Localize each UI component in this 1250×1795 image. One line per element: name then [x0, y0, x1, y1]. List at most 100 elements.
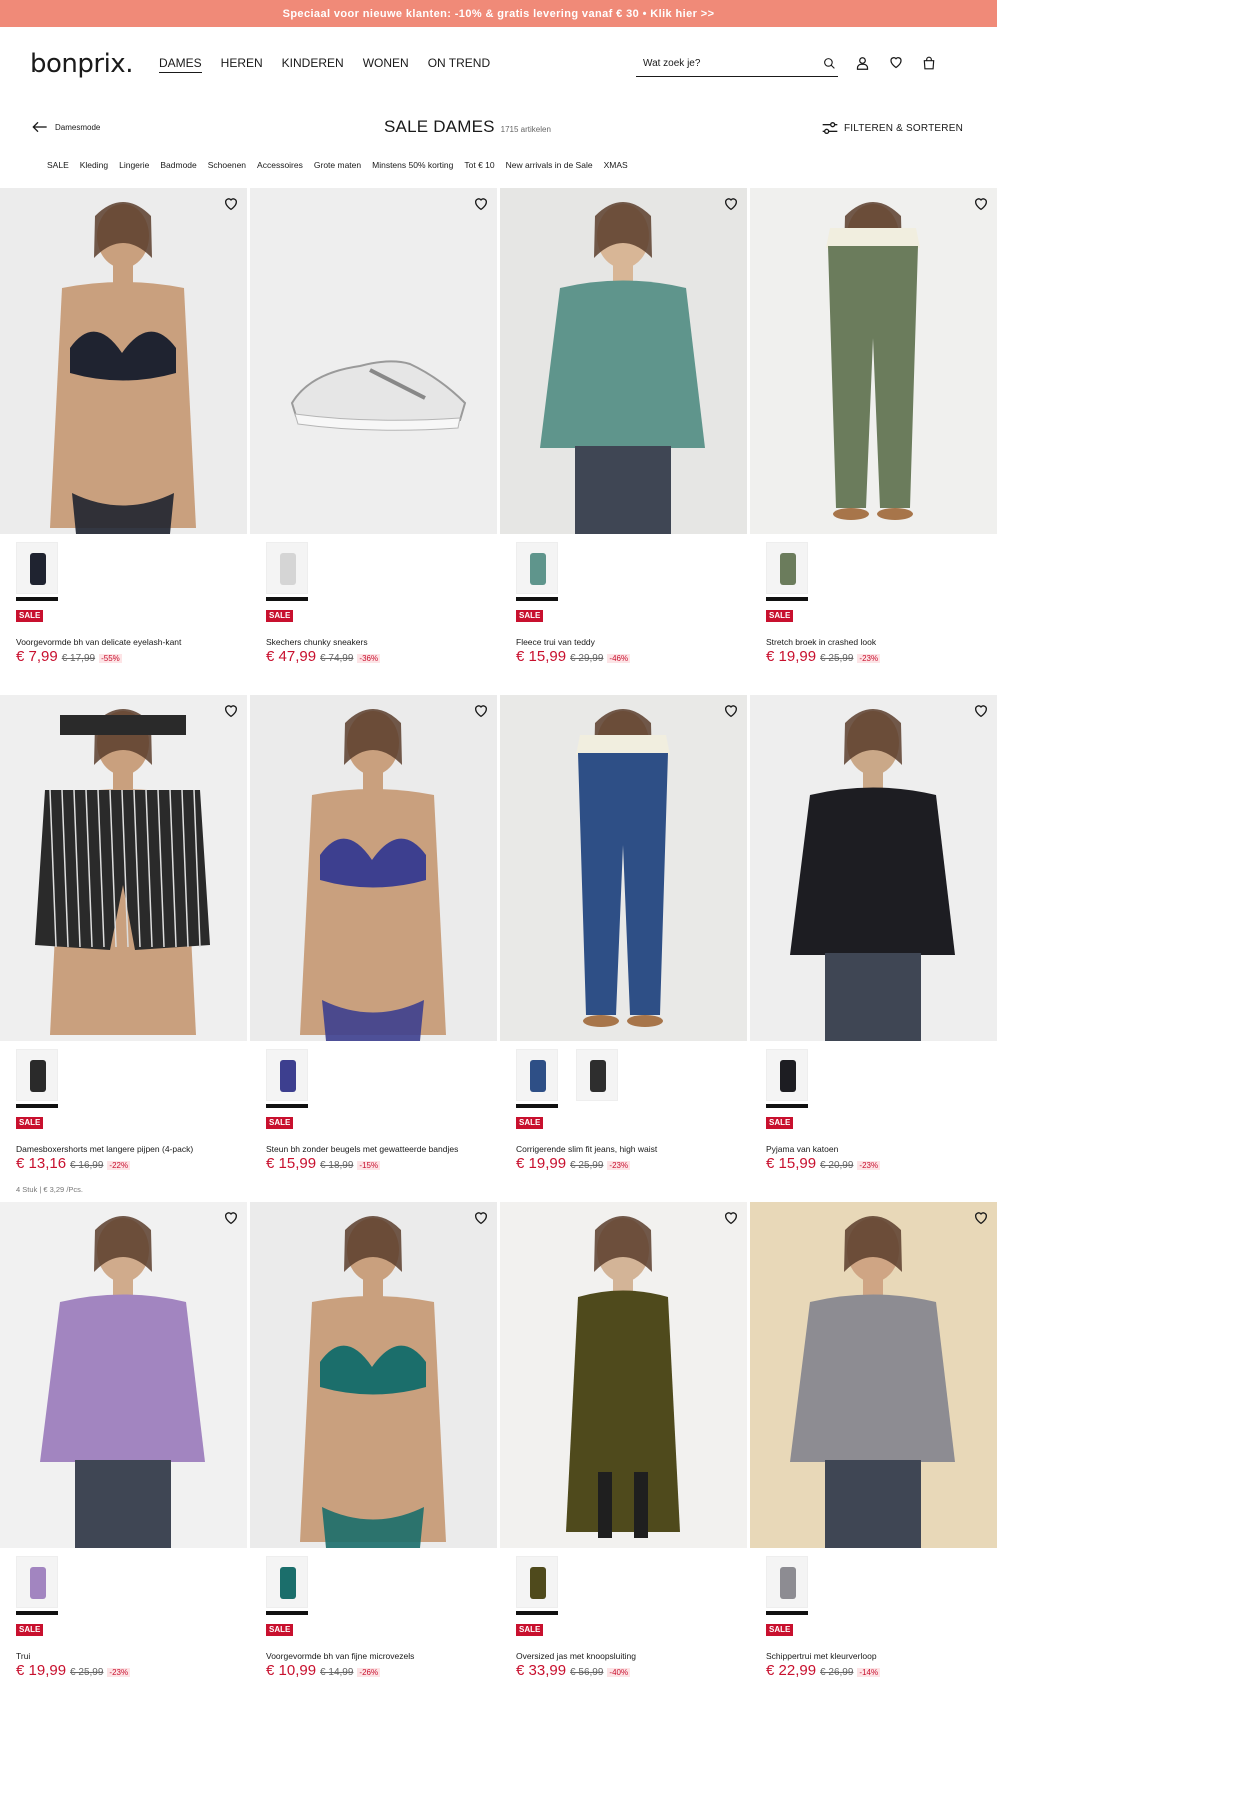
wishlist-heart-icon[interactable]	[973, 1210, 989, 1226]
swatch-row	[766, 1556, 808, 1608]
subnav-new-arrivals[interactable]: New arrivals in de Sale	[506, 160, 593, 170]
product-card[interactable]: SALE Damesboxershorts met langere pijpen…	[0, 695, 247, 1202]
discount-badge: -23%	[607, 1161, 631, 1170]
product-image[interactable]	[750, 188, 997, 534]
color-swatch[interactable]	[516, 1556, 558, 1608]
color-swatch[interactable]	[766, 1556, 808, 1608]
color-swatch[interactable]	[266, 1556, 308, 1608]
subnav-tot-10[interactable]: Tot € 10	[464, 160, 494, 170]
subnav-badmode[interactable]: Badmode	[160, 160, 196, 170]
nav-on-trend[interactable]: ON TREND	[428, 56, 490, 73]
color-swatch[interactable]	[16, 1049, 58, 1101]
wishlist-heart-icon[interactable]	[223, 1210, 239, 1226]
search-icon[interactable]	[823, 57, 836, 70]
product-name[interactable]: Schippertrui met kleurverloop	[766, 1651, 991, 1661]
price-row: € 22,99 € 26,99 -14%	[766, 1662, 881, 1679]
subnav-sale[interactable]: SALE	[47, 160, 69, 170]
wishlist-heart-icon[interactable]	[223, 703, 239, 719]
color-swatch[interactable]	[576, 1049, 618, 1101]
subnav-lingerie[interactable]: Lingerie	[119, 160, 149, 170]
product-card[interactable]: SALE Steun bh zonder beugels met gewatte…	[250, 695, 497, 1202]
wishlist-heart-icon[interactable]	[473, 703, 489, 719]
selected-swatch-indicator	[266, 597, 308, 601]
product-name[interactable]: Damesboxershorts met langere pijpen (4-p…	[16, 1144, 241, 1154]
product-name[interactable]: Stretch broek in crashed look	[766, 637, 991, 647]
product-image[interactable]	[750, 1202, 997, 1548]
wishlist-heart-icon[interactable]	[973, 703, 989, 719]
swatch-row	[266, 1556, 308, 1608]
product-card[interactable]: SALE Skechers chunky sneakers € 47,99 € …	[250, 188, 497, 695]
wishlist-heart-icon[interactable]	[473, 196, 489, 212]
product-image[interactable]	[500, 695, 747, 1041]
sale-price: € 47,99	[266, 648, 317, 665]
sale-badge: SALE	[516, 1624, 544, 1636]
product-name[interactable]: Steun bh zonder beugels met gewatteerde …	[266, 1144, 491, 1154]
subnav-accessoires[interactable]: Accessoires	[257, 160, 303, 170]
heart-icon[interactable]	[888, 55, 904, 70]
product-card[interactable]: SALE Schippertrui met kleurverloop € 22,…	[750, 1202, 997, 1709]
product-name[interactable]: Voorgevormde bh van fijne microvezels	[266, 1651, 491, 1661]
back-link[interactable]: Damesmode	[32, 121, 100, 133]
nav-dames[interactable]: DAMES	[158, 56, 202, 73]
color-swatch[interactable]	[516, 1049, 558, 1101]
color-swatch[interactable]	[766, 542, 808, 594]
color-swatch[interactable]	[516, 542, 558, 594]
product-photo	[500, 1202, 747, 1548]
product-card[interactable]: SALE Stretch broek in crashed look € 19,…	[750, 188, 997, 695]
bonprix-logo[interactable]: bonprix.	[30, 49, 133, 79]
subnav-xmas[interactable]: XMAS	[604, 160, 628, 170]
product-name[interactable]: Corrigerende slim fit jeans, high waist	[516, 1144, 741, 1154]
bag-icon[interactable]	[922, 55, 936, 71]
nav-wonen[interactable]: WONEN	[363, 56, 409, 73]
product-card[interactable]: SALE Pyjama van katoen € 15,99 € 20,99 -…	[750, 695, 997, 1202]
product-card[interactable]: SALE Oversized jas met knoopsluiting € 3…	[500, 1202, 747, 1709]
search-input[interactable]	[643, 58, 803, 69]
subnav-grote-maten[interactable]: Grote maten	[314, 160, 361, 170]
product-name[interactable]: Pyjama van katoen	[766, 1144, 991, 1154]
product-photo	[750, 188, 997, 534]
product-image[interactable]	[0, 695, 247, 1041]
product-card[interactable]: SALE Voorgevormde bh van fijne microveze…	[250, 1202, 497, 1709]
user-icon[interactable]	[855, 55, 870, 71]
product-name[interactable]: Trui	[16, 1651, 241, 1661]
product-image[interactable]	[250, 188, 497, 534]
product-card[interactable]: SALE Fleece trui van teddy € 15,99 € 29,…	[500, 188, 747, 695]
wishlist-heart-icon[interactable]	[973, 196, 989, 212]
product-name[interactable]: Voorgevormde bh van delicate eyelash-kan…	[16, 637, 241, 647]
wishlist-heart-icon[interactable]	[223, 196, 239, 212]
product-name[interactable]: Oversized jas met knoopsluiting	[516, 1651, 741, 1661]
product-image[interactable]	[250, 1202, 497, 1548]
product-image[interactable]	[500, 1202, 747, 1548]
product-card[interactable]: SALE Corrigerende slim fit jeans, high w…	[500, 695, 747, 1202]
promo-banner[interactable]: Speciaal voor nieuwe klanten: -10% & gra…	[0, 0, 997, 27]
product-image[interactable]	[0, 188, 247, 534]
subnav-schoenen[interactable]: Schoenen	[208, 160, 246, 170]
product-name[interactable]: Fleece trui van teddy	[516, 637, 741, 647]
wishlist-heart-icon[interactable]	[723, 196, 739, 212]
color-swatch[interactable]	[266, 542, 308, 594]
product-name[interactable]: Skechers chunky sneakers	[266, 637, 491, 647]
nav-heren[interactable]: HEREN	[221, 56, 263, 73]
subnav-minstens-50[interactable]: Minstens 50% korting	[372, 160, 453, 170]
product-card[interactable]: SALE Trui € 19,99 € 25,99 -23%	[0, 1202, 247, 1709]
wishlist-heart-icon[interactable]	[723, 703, 739, 719]
product-card[interactable]: SALE Voorgevormde bh van delicate eyelas…	[0, 188, 247, 695]
color-swatch[interactable]	[16, 1556, 58, 1608]
product-image[interactable]	[750, 695, 997, 1041]
color-swatch[interactable]	[16, 542, 58, 594]
color-swatch[interactable]	[766, 1049, 808, 1101]
unit-price-note: 4 Stuk | € 3,29 /Pcs.	[16, 1185, 83, 1194]
product-image[interactable]	[250, 695, 497, 1041]
product-photo	[250, 188, 497, 534]
product-image[interactable]	[500, 188, 747, 534]
discount-badge: -15%	[357, 1161, 381, 1170]
wishlist-heart-icon[interactable]	[723, 1210, 739, 1226]
subnav-kleding[interactable]: Kleding	[80, 160, 108, 170]
sale-badge: SALE	[16, 1117, 44, 1129]
nav-kinderen[interactable]: KINDEREN	[282, 56, 344, 73]
wishlist-heart-icon[interactable]	[473, 1210, 489, 1226]
header-icons	[855, 55, 936, 71]
product-image[interactable]	[0, 1202, 247, 1548]
filter-sort-button[interactable]: FILTEREN & SORTEREN	[822, 122, 963, 134]
color-swatch[interactable]	[266, 1049, 308, 1101]
